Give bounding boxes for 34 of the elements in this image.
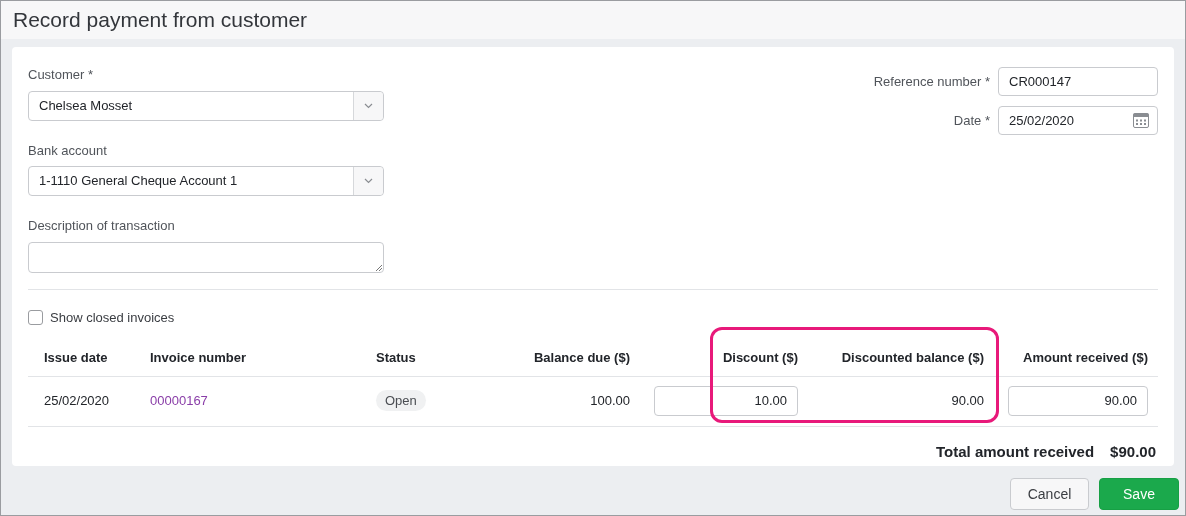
field-label: Bank account <box>28 141 108 160</box>
table-cell: 100.00 <box>590 393 630 409</box>
cancel-button[interactable]: Cancel <box>1010 478 1089 510</box>
table-cell: 90.00 <box>951 393 984 409</box>
text-area[interactable] <box>28 241 384 273</box>
field-label: Reference number * <box>873 72 990 91</box>
select-field[interactable]: Chelsea Mosset <box>28 90 384 121</box>
column-header: Invoice number <box>150 350 247 366</box>
column-header: Discount ($) <box>722 350 798 366</box>
input-field[interactable]: CR000147 <box>998 67 1158 96</box>
table-cell: 25/02/2020 <box>44 393 110 409</box>
caret-icon <box>364 178 373 184</box>
amount-input[interactable]: 90.00 <box>1008 386 1148 416</box>
window-title: Record payment from customer <box>13 7 308 34</box>
caret-icon <box>364 102 373 109</box>
field-label: Date * <box>953 111 990 130</box>
checkbox[interactable] <box>28 310 43 325</box>
field-label: Description of transaction <box>28 217 176 235</box>
column-header: Issue date <box>44 350 108 366</box>
total-value: $90.00 <box>1110 441 1156 462</box>
column-header: Discounted balance ($) <box>841 350 984 366</box>
select-field[interactable]: 1-1110 General Cheque Account 1 <box>28 166 384 196</box>
total-label: Total amount received <box>936 441 1095 462</box>
field-label: Customer * <box>28 66 95 84</box>
column-header: Amount received ($) <box>1023 350 1148 366</box>
column-header: Balance due ($) <box>533 350 630 366</box>
status-badge: Open <box>376 390 426 412</box>
calendar-icon[interactable] <box>1133 113 1149 128</box>
invoice-link[interactable]: 00000167 <box>150 393 208 409</box>
resize-handle-icon <box>375 263 382 271</box>
checkbox-label: Show closed invoices <box>50 308 175 327</box>
date-field[interactable]: 25/02/2020 <box>998 106 1158 135</box>
column-header: Status <box>376 350 416 366</box>
discount-input[interactable]: 10.00 <box>654 386 798 416</box>
